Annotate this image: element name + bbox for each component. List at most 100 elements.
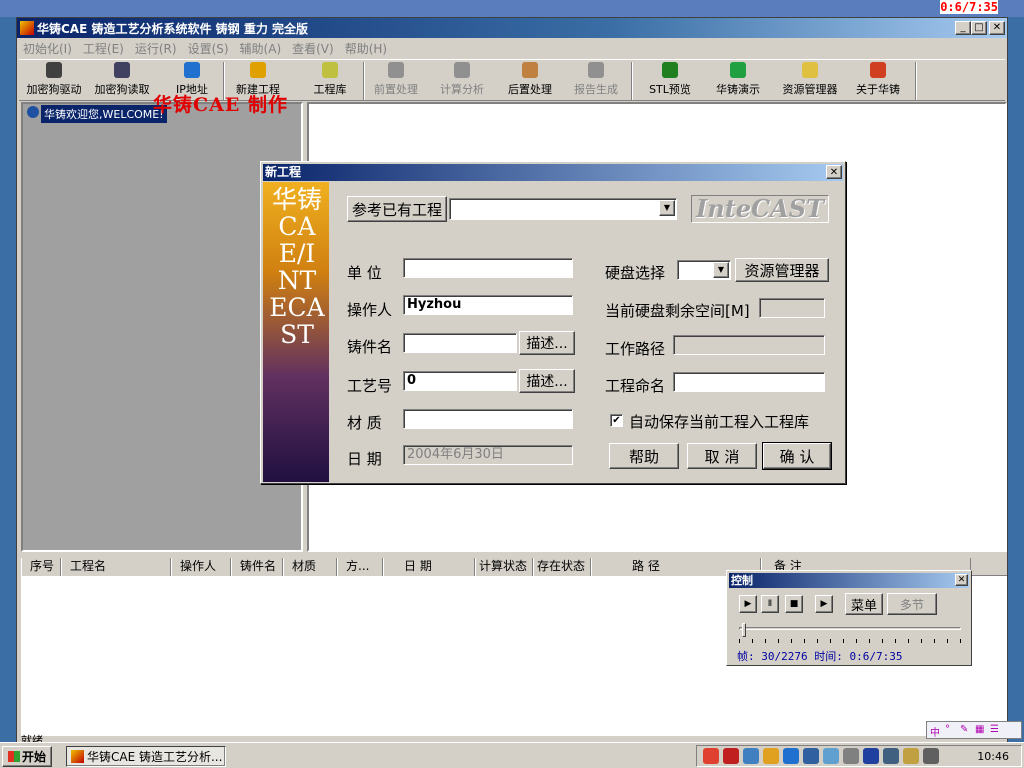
toolbar-label: 加密狗读取 — [94, 83, 150, 96]
brand-banner: 华铸CAE/INTECAST — [263, 182, 329, 482]
menu-help[interactable]: 帮助(H) — [345, 40, 387, 57]
ime-keyboard-icon[interactable]: ▦ — [975, 724, 987, 736]
toolbar-explorer-button[interactable]: 资源管理器 — [777, 62, 843, 102]
tray-app-icon[interactable] — [703, 748, 719, 764]
col-operator[interactable]: 操作人 — [171, 558, 231, 576]
toolbar-dongle-driver-button[interactable]: 加密狗驱动 — [21, 62, 87, 102]
menu-settings[interactable]: 设置(S) — [188, 40, 229, 57]
ok-button[interactable]: 确 认 — [762, 442, 832, 470]
toolbar-demo-button[interactable]: 华铸演示 — [705, 62, 771, 102]
slider-thumb[interactable] — [741, 623, 746, 637]
material-field[interactable] — [403, 409, 573, 429]
step-forward-icon[interactable]: ▶ — [815, 595, 833, 613]
menu-project[interactable]: 工程(E) — [83, 40, 124, 57]
tray-antivirus-icon[interactable] — [723, 748, 739, 764]
control-close-button[interactable]: ✕ — [955, 574, 968, 586]
operator-label: 操作人 — [347, 301, 393, 319]
maximize-button[interactable]: □ — [971, 21, 987, 35]
toolbar-preprocess-button: 前置处理 — [363, 62, 429, 102]
date-label: 日 期 — [347, 450, 382, 468]
chevron-down-icon[interactable]: ▼ — [713, 262, 729, 278]
describe-process-button[interactable]: 描述... — [519, 369, 575, 393]
preprocess-icon — [388, 62, 404, 78]
col-date[interactable]: 日 期 — [383, 558, 475, 576]
operator-field[interactable]: Hyzhou — [403, 295, 573, 315]
ie-icon — [184, 62, 200, 78]
toolbar-tree-button[interactable]: STL预览 — [637, 62, 703, 102]
tray-misc-icon[interactable] — [903, 748, 919, 764]
toolbar-separator — [631, 62, 633, 100]
control-titlebar[interactable]: 控制 — [729, 573, 969, 588]
menu-assist[interactable]: 辅助(A) — [240, 40, 282, 57]
banner-text: 华铸CAE/INTECAST — [269, 185, 325, 349]
tray-device-icon[interactable] — [883, 748, 899, 764]
tray-ie-icon[interactable] — [783, 748, 799, 764]
toolbar-database-button[interactable]: 工程库 — [297, 62, 363, 102]
tray-qq-icon[interactable] — [763, 748, 779, 764]
toolbar-postprocess-button[interactable]: 后置处理 — [497, 62, 563, 102]
col-index[interactable]: 序号 — [21, 558, 61, 576]
dialog-close-button[interactable]: ✕ — [826, 165, 842, 179]
casting-field[interactable] — [403, 333, 517, 353]
col-project-name[interactable]: 工程名 — [61, 558, 171, 576]
volume-icon[interactable] — [843, 748, 859, 764]
toolbar-label: 加密狗驱动 — [26, 83, 82, 96]
tray-tool-icon[interactable] — [823, 748, 839, 764]
col-exist-status[interactable]: 存在状态 — [533, 558, 591, 576]
dialog-titlebar[interactable]: 新工程 — [263, 164, 843, 181]
stop-icon[interactable]: ■ — [785, 595, 803, 613]
ime-toolbar[interactable]: 中 ° ✎ ▦ ☰ — [926, 721, 1022, 739]
tray-network-icon[interactable] — [743, 748, 759, 764]
tree-item-welcome[interactable]: 华铸欢迎您,WELCOME! — [41, 105, 167, 123]
frame-slider[interactable] — [735, 621, 965, 647]
tray-monitor-icon[interactable] — [803, 748, 819, 764]
toolbar-report-button: 报告生成 — [563, 62, 629, 102]
toolbar-about-button[interactable]: 关于华铸 — [845, 62, 911, 102]
play-icon[interactable]: ▶ — [739, 595, 757, 613]
pause-icon[interactable]: Ⅱ — [761, 595, 779, 613]
unit-field[interactable] — [403, 258, 573, 278]
col-calc-status[interactable]: 计算状态 — [475, 558, 533, 576]
help-button[interactable]: 帮助 — [609, 443, 679, 469]
window-titlebar[interactable]: 华铸CAE 铸造工艺分析系统软件 铸钢 重力 完全版 — [17, 18, 1007, 38]
reference-project-button[interactable]: 参考已有工程 — [347, 196, 447, 222]
desktop-icon[interactable] — [0, 110, 14, 124]
describe-casting-button[interactable]: 描述... — [519, 331, 575, 355]
ime-pen-icon[interactable]: ✎ — [960, 724, 972, 736]
frame-time-status: 帧: 30/2276 时间: 0:6/7:35 — [737, 650, 903, 663]
ime-menu-icon[interactable]: ☰ — [990, 724, 1002, 736]
casting-label: 铸件名 — [347, 338, 393, 356]
app-icon[interactable] — [20, 21, 34, 35]
menu-run[interactable]: 运行(R) — [135, 40, 177, 57]
control-menu-button[interactable]: 菜单 — [845, 593, 883, 615]
tray-connection-icon[interactable] — [923, 748, 939, 764]
col-method[interactable]: 方... — [337, 558, 383, 576]
toolbar-dongle-read-button[interactable]: 加密狗读取 — [89, 62, 155, 102]
start-button[interactable]: 开始 — [2, 746, 52, 767]
reference-project-select[interactable]: ▼ — [449, 198, 677, 220]
ime-chinese-icon[interactable]: 中 — [930, 724, 942, 739]
slider-ticks — [739, 639, 961, 643]
col-casting[interactable]: 铸件名 — [231, 558, 283, 576]
tray-display-icon[interactable] — [863, 748, 879, 764]
tree-icon — [662, 62, 678, 78]
project-name-field[interactable] — [673, 372, 825, 392]
menu-view[interactable]: 查看(V) — [292, 40, 334, 57]
process-field[interactable]: 0 — [403, 371, 517, 391]
system-tray: 10:46 — [696, 745, 1022, 767]
minimize-button[interactable]: _ — [955, 21, 971, 35]
autosave-checkbox[interactable]: ✔ — [610, 414, 623, 427]
taskbar-app-button[interactable]: 华铸CAE 铸造工艺分析... — [66, 746, 226, 767]
cancel-button[interactable]: 取 消 — [687, 443, 757, 469]
ime-punct-icon[interactable]: ° — [945, 724, 957, 736]
explorer-button[interactable]: 资源管理器 — [735, 258, 829, 282]
explorer-icon — [802, 62, 818, 78]
chevron-down-icon[interactable]: ▼ — [659, 200, 675, 216]
playback-control-panel: 控制 ✕ ▶ Ⅱ ■ ▶ 菜单 多节 帧: 30/2276 时间: 0:6/7:… — [726, 570, 972, 666]
menu-init[interactable]: 初始化(I) — [23, 40, 72, 57]
autosave-label: 自动保存当前工程入工程库 — [629, 413, 810, 431]
col-material[interactable]: 材质 — [283, 558, 337, 576]
material-label: 材 质 — [347, 414, 382, 432]
close-button[interactable]: ✕ — [989, 21, 1005, 35]
disk-select[interactable]: ▼ — [677, 260, 731, 280]
